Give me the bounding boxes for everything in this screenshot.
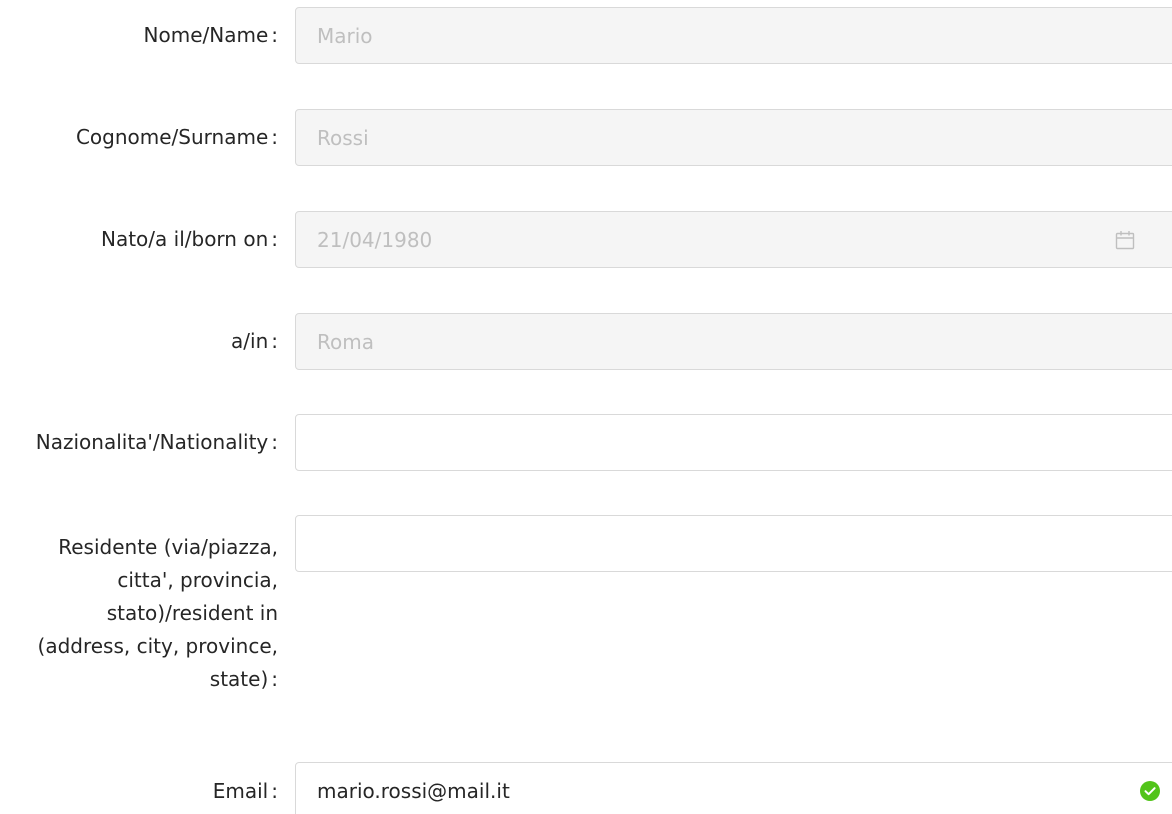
email-input[interactable] <box>296 763 1172 814</box>
residence-field[interactable] <box>295 515 1172 572</box>
born-on-field[interactable] <box>295 211 1172 268</box>
email-field[interactable] <box>295 762 1172 814</box>
residence-label-line: citta', provincia, <box>117 568 278 592</box>
personal-data-form: Nome/Name: Cognome/Surname: Nato/a il/bo… <box>0 0 1172 814</box>
born-on-label: Nato/a il/born on: <box>101 227 278 251</box>
name-input[interactable] <box>296 8 1172 63</box>
surname-label: Cognome/Surname: <box>75 125 278 149</box>
residence-label-line: Residente (via/piazza, <box>58 535 278 559</box>
born-on-date-input[interactable] <box>296 212 1172 267</box>
residence-input[interactable] <box>296 516 1172 571</box>
residence-label-line: stato)/resident in <box>106 601 278 625</box>
born-in-label: a/in: <box>231 329 278 353</box>
calendar-icon[interactable] <box>1114 229 1136 251</box>
surname-input[interactable] <box>296 110 1172 165</box>
nationality-field[interactable] <box>295 414 1172 471</box>
nationality-input[interactable] <box>296 415 1172 470</box>
name-label: Nome/Name: <box>143 23 278 47</box>
residence-label-line: state): <box>209 667 278 691</box>
born-in-field[interactable] <box>295 313 1172 370</box>
name-field[interactable] <box>295 7 1172 64</box>
born-in-input[interactable] <box>296 314 1172 369</box>
residence-label: Residente (via/piazza, citta', provincia… <box>0 531 278 696</box>
nationality-label: Nazionalita'/Nationality: <box>35 430 278 454</box>
surname-field[interactable] <box>295 109 1172 166</box>
check-circle-icon <box>1139 780 1161 802</box>
residence-label-line: (address, city, province, <box>37 634 278 658</box>
email-label: Email: <box>212 779 278 803</box>
